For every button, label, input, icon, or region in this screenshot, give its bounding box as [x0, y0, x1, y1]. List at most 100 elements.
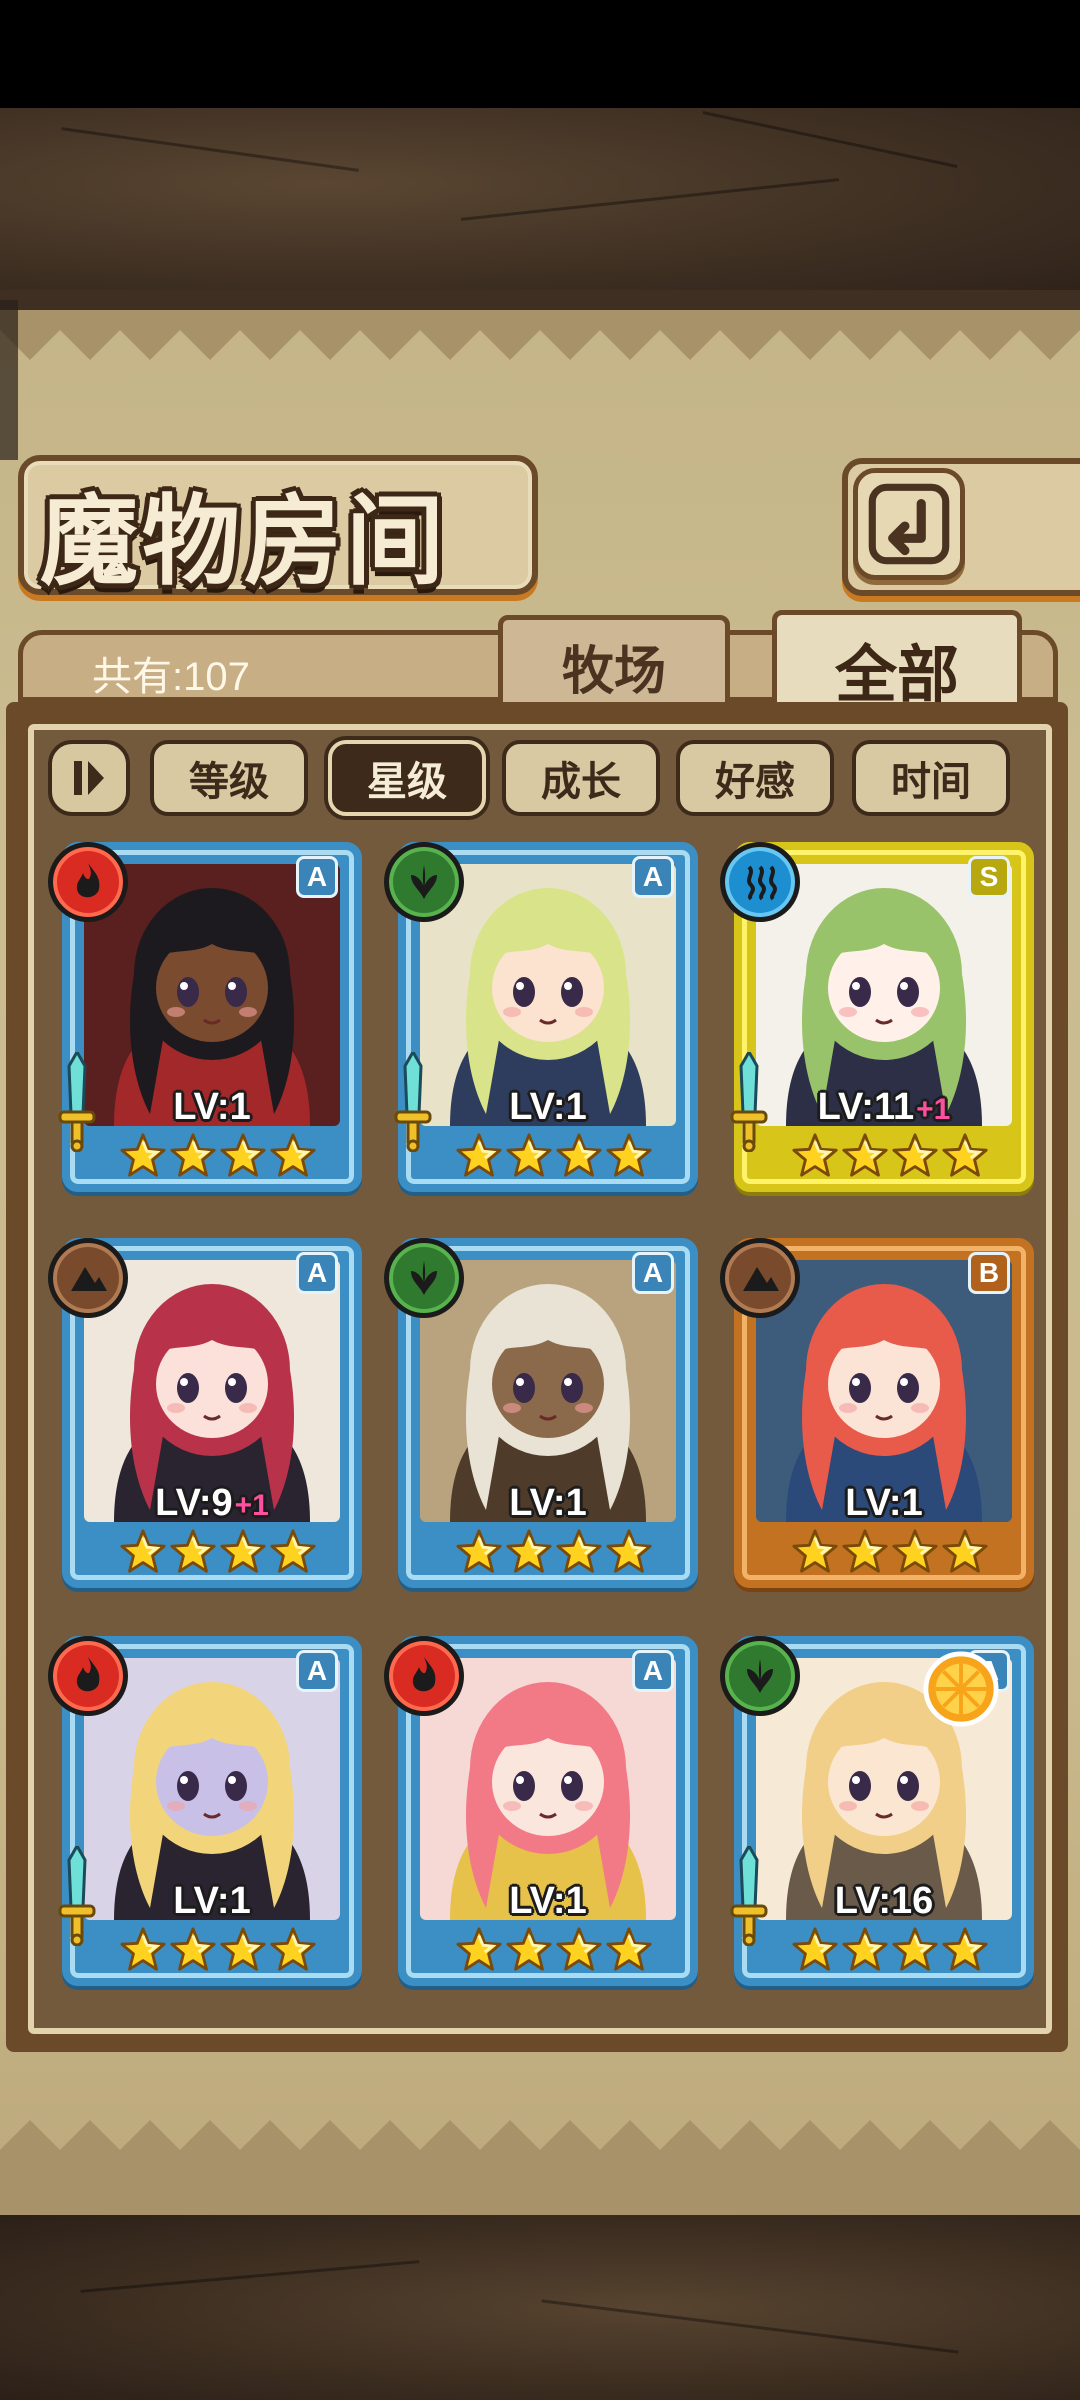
star-icon — [792, 1927, 838, 1971]
fire-icon — [48, 842, 128, 922]
page-title: 魔物房间 — [40, 484, 449, 599]
monster-card[interactable]: A LV:9+1 — [48, 1238, 364, 1608]
star-rating — [118, 1132, 318, 1192]
star-icon — [892, 1529, 938, 1573]
star-icon — [506, 1133, 552, 1177]
fire-icon — [48, 1636, 128, 1716]
rank-badge: A — [632, 1650, 674, 1692]
level-value: LV:9 — [155, 1482, 233, 1524]
rank-badge: A — [632, 1252, 674, 1294]
star-icon — [270, 1529, 316, 1573]
rank-badge: A — [296, 1650, 338, 1692]
level-value: LV:16 — [834, 1880, 934, 1922]
star-rating — [454, 1528, 654, 1588]
level-value: LV:1 — [845, 1482, 923, 1524]
level-label: LV:11+1 — [756, 1086, 1012, 1129]
filter-toggle-button[interactable] — [48, 740, 130, 816]
star-icon — [456, 1133, 502, 1177]
star-icon — [556, 1927, 602, 1971]
level-value: LV:1 — [173, 1880, 251, 1922]
star-icon — [892, 1133, 938, 1177]
monster-card[interactable]: A LV:1 — [384, 1238, 700, 1608]
torn-edge-top — [0, 290, 1080, 360]
rank-badge: A — [296, 856, 338, 898]
left-edge-shadow — [0, 300, 18, 460]
back-button[interactable] — [853, 468, 965, 580]
star-icon — [220, 1927, 266, 1971]
star-rating — [118, 1926, 318, 1986]
star-icon — [606, 1927, 652, 1971]
level-label: LV:16 — [756, 1880, 1012, 1923]
rank-badge: A — [296, 1252, 338, 1294]
map-background-top — [0, 108, 1080, 298]
star-icon — [556, 1529, 602, 1573]
level-bonus: +1 — [234, 1489, 269, 1522]
fire-icon — [384, 1636, 464, 1716]
status-bar — [0, 0, 1080, 108]
star-rating — [790, 1926, 990, 1986]
level-value: LV:1 — [509, 1482, 587, 1524]
sort-level-button[interactable]: 等级 — [150, 740, 308, 816]
star-icon — [170, 1133, 216, 1177]
level-label: LV:9+1 — [84, 1482, 340, 1525]
mountain-icon — [48, 1238, 128, 1318]
monster-card[interactable]: A LV:1 — [384, 1636, 700, 2006]
star-icon — [506, 1927, 552, 1971]
star-rating — [454, 1132, 654, 1192]
star-icon — [606, 1133, 652, 1177]
orange-slice-icon — [923, 1651, 999, 1727]
level-label: LV:1 — [420, 1880, 676, 1923]
star-icon — [170, 1529, 216, 1573]
filter-toggle-icon — [74, 761, 104, 795]
return-arrow-icon — [868, 483, 950, 565]
monster-card[interactable]: ALV:16 — [720, 1636, 1036, 2006]
star-rating — [454, 1926, 654, 1986]
rank-badge: S — [968, 856, 1010, 898]
sort-time-button[interactable]: 时间 — [852, 740, 1010, 816]
level-label: LV:1 — [756, 1482, 1012, 1525]
monster-count: 共有:107 — [92, 655, 250, 699]
star-icon — [120, 1133, 166, 1177]
rank-badge: A — [632, 856, 674, 898]
sort-star-button[interactable]: 星级 — [328, 740, 486, 816]
sort-growth-button[interactable]: 成长 — [502, 740, 660, 816]
star-icon — [942, 1133, 988, 1177]
star-icon — [556, 1133, 602, 1177]
water-waves-icon — [720, 842, 800, 922]
star-icon — [220, 1529, 266, 1573]
monster-card[interactable]: A LV:1 — [384, 842, 700, 1212]
star-icon — [892, 1927, 938, 1971]
star-icon — [606, 1529, 652, 1573]
star-icon — [792, 1133, 838, 1177]
torn-edge-bottom — [0, 2120, 1080, 2220]
rank-badge: B — [968, 1252, 1010, 1294]
monster-card[interactable]: A LV:1 — [48, 842, 364, 1212]
sort-affection-button[interactable]: 好感 — [676, 740, 834, 816]
monster-card[interactable]: S LV:11+1 — [720, 842, 1036, 1212]
star-icon — [120, 1529, 166, 1573]
star-icon — [942, 1529, 988, 1573]
map-background-bottom — [0, 2215, 1080, 2400]
level-label: LV:1 — [420, 1482, 676, 1525]
star-icon — [456, 1927, 502, 1971]
level-value: LV:1 — [509, 1086, 587, 1128]
star-rating — [118, 1528, 318, 1588]
monster-card[interactable]: A LV:1 — [48, 1636, 364, 2006]
leaf-icon — [720, 1636, 800, 1716]
level-label: LV:1 — [84, 1880, 340, 1923]
star-icon — [120, 1927, 166, 1971]
star-icon — [942, 1927, 988, 1971]
star-icon — [220, 1133, 266, 1177]
level-label: LV:1 — [420, 1086, 676, 1129]
level-value: LV:1 — [173, 1086, 251, 1128]
star-icon — [456, 1529, 502, 1573]
monster-card[interactable]: B LV:1 — [720, 1238, 1036, 1608]
level-label: LV:1 — [84, 1086, 340, 1129]
star-icon — [270, 1927, 316, 1971]
star-rating — [790, 1132, 990, 1192]
star-icon — [842, 1529, 888, 1573]
mountain-icon — [720, 1238, 800, 1318]
leaf-icon — [384, 842, 464, 922]
star-icon — [792, 1529, 838, 1573]
star-icon — [842, 1133, 888, 1177]
